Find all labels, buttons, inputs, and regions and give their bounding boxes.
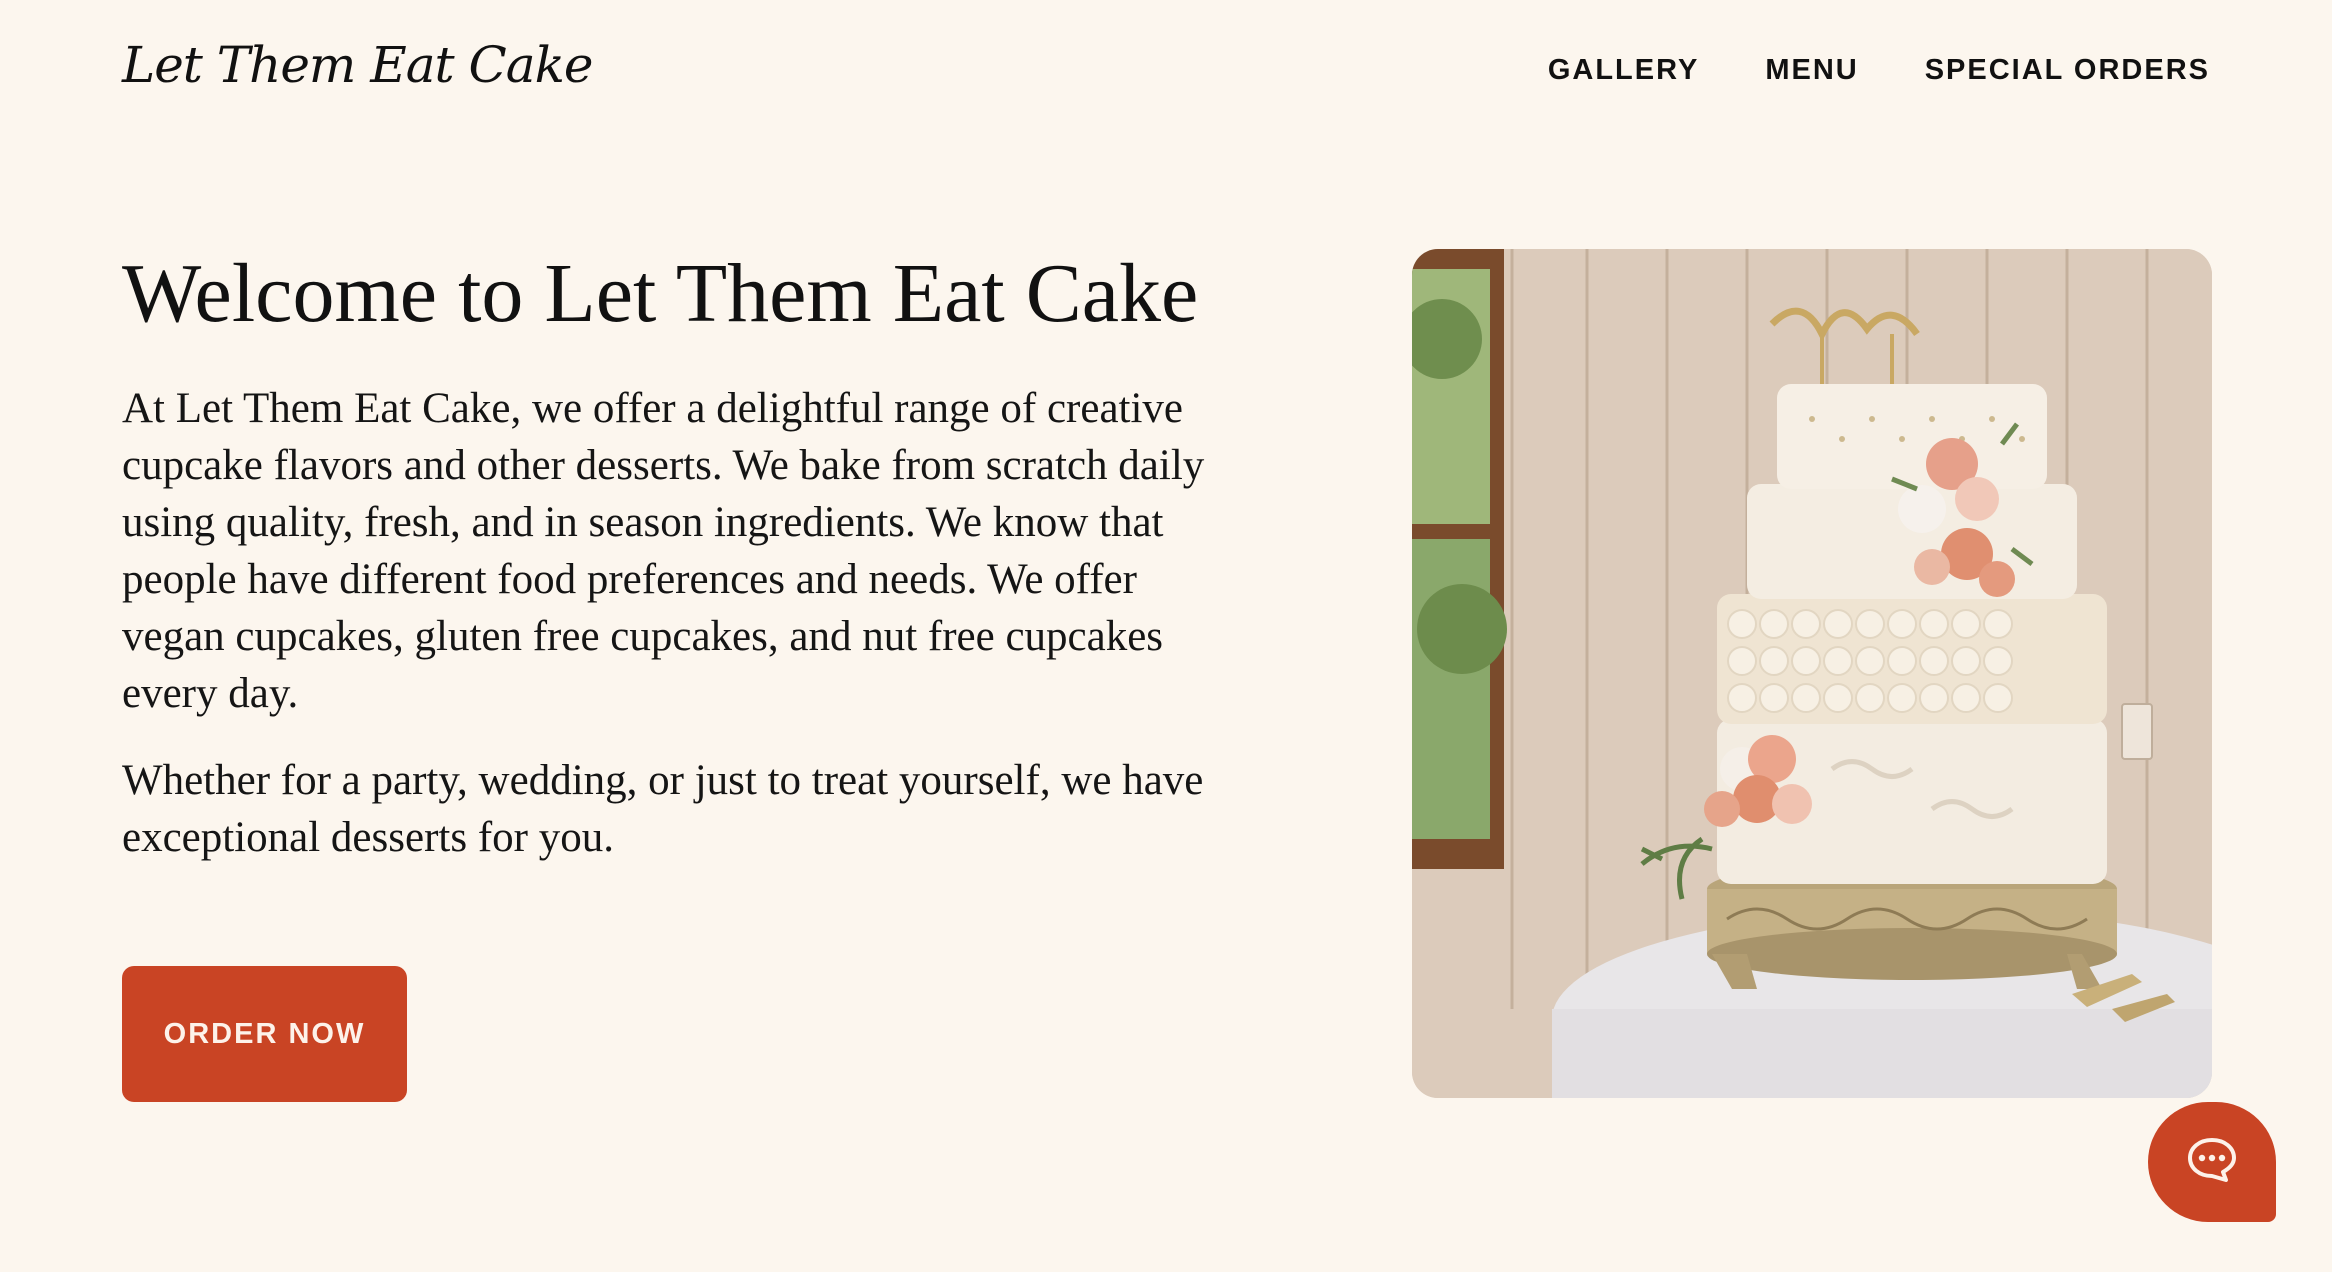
main-nav: GALLERY MENU SPECIAL ORDERS	[1548, 54, 2210, 87]
wedding-cake-illustration	[1412, 249, 2212, 1098]
hero-title: Welcome to Let Them Eat Cake	[122, 247, 1199, 340]
chat-bubble-icon	[2186, 1136, 2238, 1189]
hero-paragraph-occasions: Whether for a party, wedding, or just to…	[122, 757, 1204, 861]
nav-gallery-link[interactable]: GALLERY	[1548, 54, 1699, 87]
chat-launcher-button[interactable]	[2148, 1102, 2276, 1222]
hero-cake-image	[1412, 249, 2212, 1098]
page: Let Them Eat Cake GALLERY MENU SPECIAL O…	[0, 0, 2332, 1272]
site-logo[interactable]: Let Them Eat Cake	[122, 36, 593, 94]
hero-description: At Let Them Eat Cake, we offer a delight…	[122, 380, 1242, 896]
order-now-button[interactable]: ORDER NOW	[122, 966, 407, 1102]
nav-special-orders-link[interactable]: SPECIAL ORDERS	[1925, 54, 2210, 87]
nav-menu-link[interactable]: MENU	[1765, 54, 1858, 87]
hero-paragraph-intro: At Let Them Eat Cake, we offer a delight…	[122, 385, 1205, 717]
